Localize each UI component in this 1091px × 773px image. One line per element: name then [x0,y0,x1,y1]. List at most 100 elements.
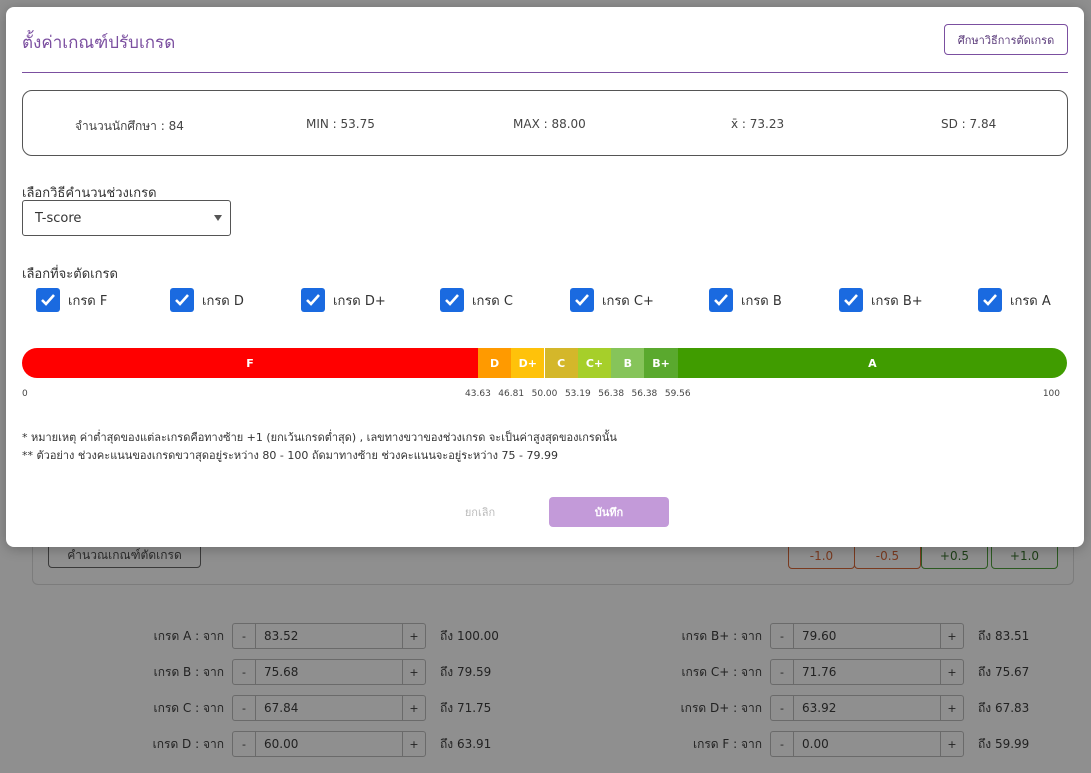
decrement-button[interactable]: - [771,696,793,720]
grade-tick-label: 50.00 [531,389,558,399]
cancel-button[interactable]: ยกเลิก [436,498,524,526]
method-select-value: T-score [35,210,82,226]
range-to: ถึง 100.00 [440,628,499,643]
checkbox-label: เกรด C+ [602,293,654,309]
decrement-button[interactable]: - [233,732,255,756]
range-input[interactable]: 63.92 [793,696,941,720]
grade-tick-label: 0 [22,389,28,399]
save-button[interactable]: บันทึก [549,497,669,527]
range-input[interactable]: 60.00 [255,732,403,756]
decrement-button[interactable]: - [233,660,255,684]
checkbox-label: เกรด A [1010,293,1051,309]
decrement-button[interactable]: - [771,660,793,684]
range-row-a: เกรด A : จาก - 83.52 + ถึง 100.00 [142,623,499,649]
title-divider [22,72,1068,73]
range-to: ถึง 63.91 [440,736,492,751]
grade-tick-label: 56.38 [631,389,658,399]
grade-tick-label: 56.38 [598,389,625,399]
modal-title: ตั้งค่าเกณฑ์ปรับเกรด [22,33,176,53]
grade-tick-label: 59.56 [664,389,691,399]
grade-segment-c-plus: C+ [577,348,612,378]
checkbox-grade-d[interactable]: เกรด D [170,288,244,312]
checkmark-icon [978,288,1002,312]
range-label: เกรด C : จาก [153,700,224,715]
increment-button[interactable]: + [941,624,963,648]
checkmark-icon [36,288,60,312]
checkmark-icon [301,288,325,312]
grades-label: เลือกที่จะตัดเกรด [22,267,118,282]
checkbox-grade-d-plus[interactable]: เกรด D+ [301,288,386,312]
range-label: เกรด A : จาก [153,628,224,643]
grade-criteria-modal: ตั้งค่าเกณฑ์ปรับเกรด ศึกษาวิธีการตัดเกรด… [6,7,1084,547]
checkbox-grade-b[interactable]: เกรด B [709,288,782,312]
checkbox-grade-f[interactable]: เกรด F [36,288,107,312]
checkbox-label: เกรด B+ [871,293,923,309]
range-to: ถึง 71.75 [440,700,492,715]
checkbox-grade-a[interactable]: เกรด A [978,288,1051,312]
range-input[interactable]: 67.84 [255,696,403,720]
decrement-button[interactable]: - [771,624,793,648]
range-stepper: - 63.92 + [770,695,964,721]
increment-button[interactable]: + [403,696,425,720]
stats-panel: จำนวนนักศึกษา : 84 MIN : 53.75 MAX : 88.… [22,90,1068,156]
range-label: เกรด B+ : จาก [681,628,762,643]
decrement-button[interactable]: - [233,624,255,648]
range-row-c: เกรด C : จาก - 67.84 + ถึง 71.75 [142,695,491,721]
increment-button[interactable]: + [403,660,425,684]
range-label: เกรด B : จาก [153,664,224,679]
range-stepper: - 71.76 + [770,659,964,685]
checkmark-icon [709,288,733,312]
range-row-d: เกรด D : จาก - 60.00 + ถึง 63.91 [142,731,491,757]
checkmark-icon [170,288,194,312]
range-label: เกรด D+ : จาก [680,700,762,715]
checkmark-icon [440,288,464,312]
decrement-button[interactable]: - [233,696,255,720]
grade-segment-b-plus: B+ [644,348,678,378]
grade-segment-b: B [611,348,645,378]
decrement-button[interactable]: - [771,732,793,756]
increment-button[interactable]: + [941,732,963,756]
range-input[interactable]: 79.60 [793,624,941,648]
range-stepper: - 0.00 + [770,731,964,757]
range-input[interactable]: 71.76 [793,660,941,684]
stat-students: จำนวนนักศึกษา : 84 [75,119,184,133]
range-stepper: - 79.60 + [770,623,964,649]
range-input[interactable]: 0.00 [793,732,941,756]
range-stepper: - 83.52 + [232,623,426,649]
note-2: ** ตัวอย่าง ช่วงคะแนนของเกรดขวาสุดอยู่ระ… [22,449,558,462]
grade-range-bar: F D D+ C C+ B B+ A [22,348,1067,378]
study-method-button[interactable]: ศึกษาวิธีการตัดเกรด [944,24,1068,55]
checkbox-label: เกรด B [741,293,782,309]
range-stepper: - 60.00 + [232,731,426,757]
range-input[interactable]: 83.52 [255,624,403,648]
checkmark-icon [839,288,863,312]
stat-min: MIN : 53.75 [306,117,375,131]
grade-tick-label: 43.63 [465,389,491,399]
increment-button[interactable]: + [403,732,425,756]
grade-tick-label: 46.81 [498,389,525,399]
grade-segment-d: D [477,348,512,378]
range-label: เกรด D : จาก [152,736,224,751]
grade-segment-a: A [677,348,1067,378]
checkmark-icon [570,288,594,312]
caret-down-icon [214,215,222,221]
increment-button[interactable]: + [941,660,963,684]
increment-button[interactable]: + [403,624,425,648]
range-row-c-plus: เกรด C+ : จาก - 71.76 + ถึง 75.67 [680,659,1029,685]
range-to: ถึง 59.99 [978,736,1030,751]
range-row-d-plus: เกรด D+ : จาก - 63.92 + ถึง 67.83 [680,695,1029,721]
checkbox-grade-c[interactable]: เกรด C [440,288,513,312]
checkbox-label: เกรด D+ [333,293,386,309]
range-input[interactable]: 75.68 [255,660,403,684]
method-select[interactable]: T-score [22,200,231,236]
grade-segment-c: C [544,348,578,378]
stat-max: MAX : 88.00 [513,117,586,131]
increment-button[interactable]: + [941,696,963,720]
checkbox-grade-c-plus[interactable]: เกรด C+ [570,288,654,312]
checkbox-grade-b-plus[interactable]: เกรด B+ [839,288,923,312]
range-label: เกรด F : จาก [692,736,762,751]
range-to: ถึง 75.67 [978,664,1030,679]
checkbox-label: เกรด D [202,293,244,309]
range-to: ถึง 67.83 [978,700,1030,715]
range-to: ถึง 83.51 [978,628,1030,643]
